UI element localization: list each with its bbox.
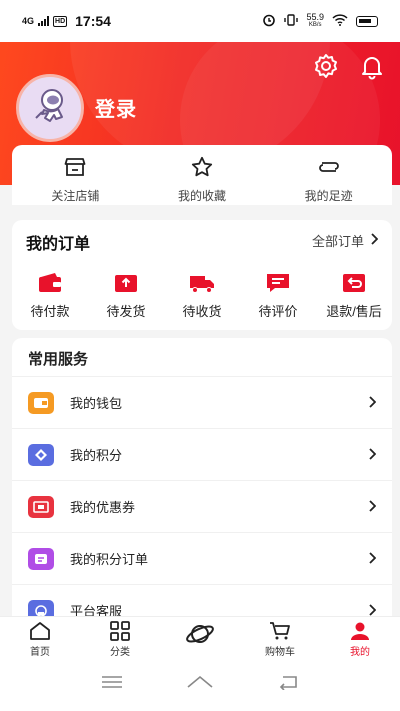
services-card: 常用服务 我的钱包 我的积分 我的优惠券 我的积分订单 平台客服 <box>12 338 392 620</box>
order-status-row: 待付款 待发货 待收货 待评价 退款/售后 <box>12 272 392 320</box>
service-label: 我的优惠券 <box>70 500 136 515</box>
signal-icon <box>38 16 50 26</box>
system-nav-bar <box>0 658 400 711</box>
footprint-icon <box>317 155 341 179</box>
star-icon <box>190 155 214 179</box>
points-order-icon <box>28 547 54 570</box>
tab-mine[interactable]: 我的 <box>320 617 400 658</box>
order-pending-receipt[interactable]: 待收货 <box>164 272 240 320</box>
order-status-label: 退款/售后 <box>326 304 382 319</box>
service-label: 我的积分 <box>70 448 123 463</box>
order-status-label: 待评价 <box>258 304 298 319</box>
tab-label: 我的 <box>350 647 370 658</box>
comment-icon <box>265 272 291 294</box>
grid-icon <box>109 621 131 641</box>
store-icon <box>63 155 87 179</box>
tab-label: 分类 <box>110 647 130 658</box>
service-wallet[interactable]: 我的钱包 <box>12 376 392 428</box>
chevron-right-icon <box>368 499 377 515</box>
wallet-icon <box>28 391 54 414</box>
vibrate-icon <box>284 13 299 29</box>
order-status-label: 待付款 <box>30 304 70 319</box>
menu-icon[interactable] <box>101 675 123 694</box>
order-pending-review[interactable]: 待评价 <box>240 272 316 320</box>
login-button[interactable]: 登录 <box>95 93 137 122</box>
service-points[interactable]: 我的积分 <box>12 428 392 480</box>
wallet-icon <box>37 272 63 294</box>
quick-link-favorites[interactable]: 我的收藏 <box>139 145 266 205</box>
avatar[interactable] <box>16 74 84 142</box>
services-list: 我的钱包 我的积分 我的优惠券 我的积分订单 平台客服 <box>12 376 392 620</box>
planet-icon <box>185 621 215 652</box>
header-actions <box>312 52 386 80</box>
net-speed: 55.9 KB/s <box>306 13 324 29</box>
bottom-tab-bar: 首页 分类 购物车 我的 <box>0 616 400 658</box>
order-pending-shipment[interactable]: 待发货 <box>88 272 164 320</box>
all-orders-link[interactable]: 全部订单 <box>311 231 379 250</box>
speed-unit: KB/s <box>308 22 322 28</box>
orders-card: 我的订单 全部订单 待付款 待发货 待收货 待评价 退款/售后 <box>12 220 392 330</box>
order-status-label: 待发货 <box>106 304 146 319</box>
refund-icon <box>341 272 367 294</box>
home-icon <box>29 621 51 641</box>
tab-cart[interactable]: 购物车 <box>240 617 320 658</box>
profile-page: 4G HD 17:54 55.9 KB/s 登录 关注店铺 我的收藏 我的足迹 … <box>0 0 400 711</box>
order-refund-aftersale[interactable]: 退款/售后 <box>316 272 392 320</box>
quick-link-footprints[interactable]: 我的足迹 <box>265 145 392 205</box>
quick-link-label: 我的收藏 <box>178 189 227 203</box>
tab-category[interactable]: 分类 <box>80 617 160 658</box>
quick-link-label: 关注店铺 <box>51 189 100 203</box>
hd-badge: HD <box>53 15 68 27</box>
quick-links-card: 关注店铺 我的收藏 我的足迹 <box>12 145 392 205</box>
home-nav-icon[interactable] <box>186 675 214 694</box>
back-icon[interactable] <box>277 674 299 695</box>
service-coupons[interactable]: 我的优惠券 <box>12 480 392 532</box>
chevron-right-icon <box>368 447 377 463</box>
order-pending-payment[interactable]: 待付款 <box>12 272 88 320</box>
status-bar: 4G HD 17:54 55.9 KB/s <box>0 0 400 42</box>
chevron-right-icon <box>370 233 379 248</box>
order-status-label: 待收货 <box>182 304 222 319</box>
status-time: 17:54 <box>75 13 111 29</box>
alarm-icon <box>262 13 276 29</box>
all-orders-label: 全部订单 <box>311 234 364 249</box>
tab-discover[interactable] <box>160 617 240 658</box>
profile-icon <box>349 621 371 641</box>
coupon-icon <box>28 495 54 518</box>
quick-link-followed-shops[interactable]: 关注店铺 <box>12 145 139 205</box>
speed-value: 55.9 <box>306 12 324 22</box>
bell-icon[interactable] <box>358 52 386 80</box>
box-icon <box>113 272 139 294</box>
chevron-right-icon <box>368 395 377 411</box>
tab-home[interactable]: 首页 <box>0 617 80 658</box>
service-customer-support[interactable]: 平台客服 <box>12 584 392 620</box>
service-label: 我的钱包 <box>70 396 123 411</box>
points-icon <box>28 443 54 466</box>
chevron-right-icon <box>368 551 377 567</box>
network-label: 4G <box>22 16 35 26</box>
services-title: 常用服务 <box>28 351 89 368</box>
gear-icon[interactable] <box>312 52 340 80</box>
cart-icon <box>269 621 291 641</box>
astronaut-icon <box>35 89 63 122</box>
quick-link-label: 我的足迹 <box>304 189 353 203</box>
tab-label: 首页 <box>30 647 50 658</box>
service-points-orders[interactable]: 我的积分订单 <box>12 532 392 584</box>
wifi-icon <box>332 14 348 28</box>
orders-title: 我的订单 <box>26 236 91 253</box>
tab-label: 购物车 <box>265 647 295 658</box>
truck-icon <box>189 272 215 294</box>
battery-icon <box>356 15 378 27</box>
service-label: 我的积分订单 <box>70 552 149 567</box>
